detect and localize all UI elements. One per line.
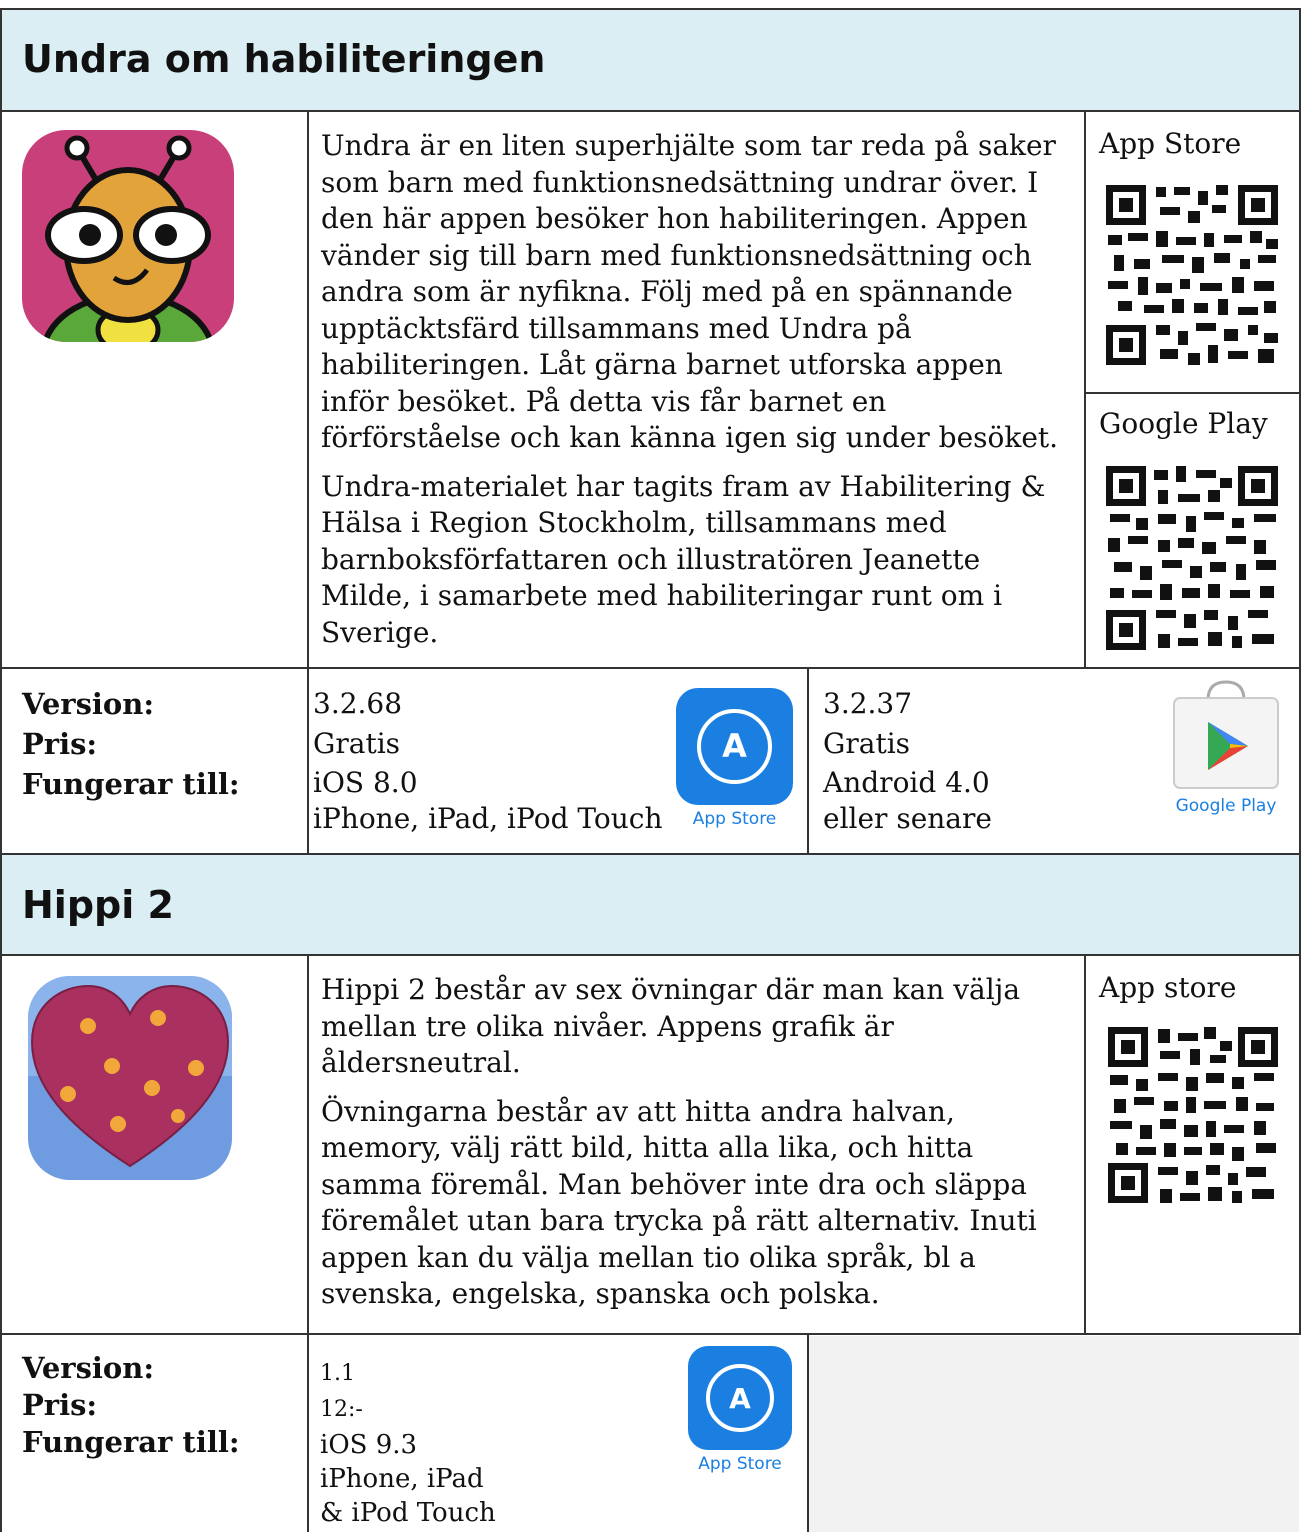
divider <box>807 1333 809 1532</box>
divider <box>0 954 1301 956</box>
description-paragraph: Undra-materialet har tagits fram av Habi… <box>321 469 1046 649</box>
google-play-caption: Google Play <box>1175 796 1277 816</box>
ios-devices-cont: & iPod Touch <box>320 1498 496 1528</box>
app-title: Undra om habiliteringen <box>22 37 546 81</box>
letter-a-glyph: A <box>705 1363 775 1433</box>
info-labels: Version: Pris: Fungerar till: <box>22 1350 240 1461</box>
ios-info: 3.2.68 Gratis iOS 8.0 iPhone, iPad, iPod… <box>313 684 663 836</box>
compat-label: Fungerar till: <box>22 1425 240 1459</box>
compat-label: Fungerar till: <box>22 767 240 801</box>
app-header-undra: Undra om habiliteringen <box>0 9 1301 110</box>
app-store-caption: App Store <box>698 1454 782 1474</box>
divider <box>0 8 1301 10</box>
info-labels: Version: Pris: Fungerar till: <box>22 684 240 804</box>
google-play-bag-icon <box>1173 680 1279 789</box>
android-info: 3.2.37 Gratis Android 4.0 eller senare <box>823 684 992 836</box>
app-store-badge[interactable]: A App Store <box>676 688 793 833</box>
ios-os: iOS 9.3 <box>320 1430 418 1460</box>
qr-label-app-store: App Store <box>1099 127 1242 160</box>
qr-label-google-play: Google Play <box>1099 407 1268 440</box>
ios-version: 1.1 <box>320 1361 355 1386</box>
qr-code-icon[interactable] <box>1106 1025 1280 1205</box>
ios-os: iOS 8.0 <box>313 766 418 799</box>
price-label: Pris: <box>22 1388 98 1422</box>
android-os: Android 4.0 <box>823 766 990 799</box>
divider <box>807 667 809 854</box>
qr-code-icon[interactable] <box>1104 464 1280 652</box>
android-version: 3.2.37 <box>823 687 913 720</box>
app-store-icon: A <box>676 688 793 805</box>
app-header-hippi: Hippi 2 <box>0 855 1301 954</box>
divider <box>1084 392 1301 394</box>
qr-label-app-store: App store <box>1099 971 1237 1004</box>
app-description: Hippi 2 består av sex övningar där man k… <box>321 972 1071 1325</box>
version-label: Version: <box>22 687 155 721</box>
ios-price: 12:- <box>320 1397 363 1422</box>
android-note: eller senare <box>823 802 992 835</box>
google-play-badge[interactable]: Google Play <box>1168 680 1284 820</box>
app-description: Undra är en liten superhjälte som tar re… <box>321 128 1071 663</box>
ios-devices: iPhone, iPad, iPod Touch <box>313 802 663 835</box>
description-paragraph: Övningarna består av att hitta andra hal… <box>321 1094 1037 1311</box>
divider <box>0 9 2 854</box>
divider <box>307 954 309 1532</box>
letter-a-glyph: A <box>696 708 773 785</box>
divider <box>1084 954 1086 1334</box>
divider <box>1084 110 1086 667</box>
description-paragraph: Hippi 2 består av sex övningar där man k… <box>321 973 1021 1079</box>
ios-devices: iPhone, iPad <box>320 1464 484 1494</box>
divider <box>0 1333 1301 1335</box>
android-price: Gratis <box>823 727 911 760</box>
price-label: Pris: <box>22 727 98 761</box>
heart-icon <box>28 976 232 1180</box>
ios-version: 3.2.68 <box>313 687 403 720</box>
undra-bee-icon <box>22 130 234 342</box>
ios-info: 1.1 12:- iOS 9.3 iPhone, iPad & iPod Tou… <box>320 1356 496 1530</box>
app-title: Hippi 2 <box>22 883 174 927</box>
divider <box>0 667 1301 669</box>
divider <box>307 110 309 854</box>
app-store-caption: App Store <box>692 809 777 829</box>
app-store-icon: A <box>688 1346 792 1450</box>
app-store-badge[interactable]: A App Store <box>688 1346 792 1478</box>
divider <box>0 110 1301 112</box>
empty-cell <box>809 1336 1299 1532</box>
qr-code-icon[interactable] <box>1104 183 1280 367</box>
ios-price: Gratis <box>313 727 401 760</box>
version-label: Version: <box>22 1351 155 1385</box>
description-paragraph: Undra är en liten superhjälte som tar re… <box>321 129 1059 454</box>
